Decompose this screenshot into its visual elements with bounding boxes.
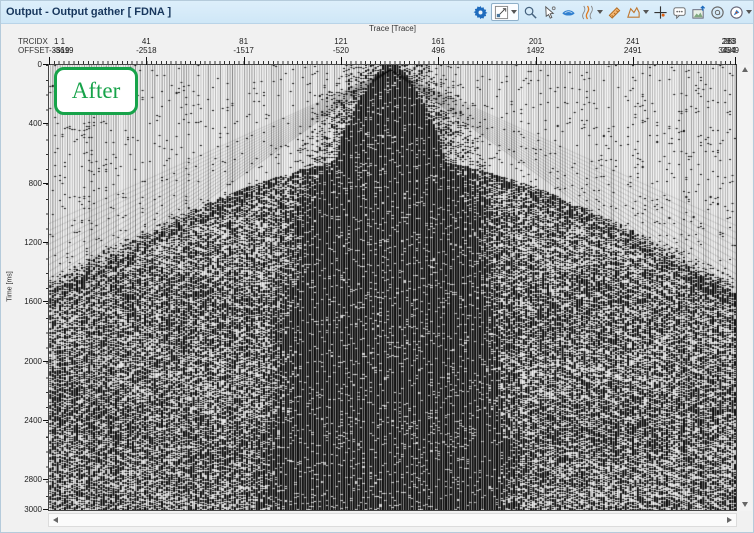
trcidx-value: 201 [529,37,542,46]
zoom-magnifier-icon[interactable] [522,4,538,20]
time-tick-label: 800 [1,179,42,188]
trcidx-value: 81 [239,37,248,46]
gain-ruler-icon[interactable] [606,4,622,20]
toolbar [472,1,752,23]
polygon-select-dropdown-caret-icon[interactable] [643,10,649,14]
time-tick-label: 400 [1,119,42,128]
fit-view-icon[interactable] [493,4,509,20]
time-tick-label: 2800 [1,475,42,484]
horizontal-scrollbar[interactable] [48,513,737,527]
time-tick-label: 1200 [1,238,42,247]
offset-value: -2518 [136,46,156,55]
trcidx-value: 121 [334,37,347,46]
crosshair-pick-icon[interactable] [652,4,668,20]
trcidx-row-label: TRCIDX [18,37,48,46]
app-window: Output - Output gather [ FDNA ] Trace [T… [0,0,754,533]
top-ruler-major-tick [49,57,50,65]
time-tick-label: 3000 [1,505,42,514]
settings-gear-icon[interactable] [472,4,488,20]
scroll-down-arrow-icon[interactable] [742,502,748,507]
offset-value: -3619 [53,46,73,55]
top-ruler-major-tick [438,57,439,65]
after-annotation-label: After [72,78,121,104]
offset-value: 1492 [527,46,545,55]
compass-tool-dropdown-caret-icon[interactable] [746,10,752,14]
fit-view-dropdown-caret-icon[interactable] [511,10,517,14]
top-ruler-major-tick [341,57,342,65]
trace-axis-title: Trace [Trace] [49,24,736,33]
window-titlebar: Output - Output gather [ FDNA ] [1,1,754,24]
window-title: Output - Output gather [ FDNA ] [6,1,171,23]
compass-tool-icon[interactable] [728,4,744,20]
time-tick-label: 2000 [1,357,42,366]
offset-value: 2491 [624,46,642,55]
after-annotation-badge: After [54,67,138,115]
export-image-icon[interactable] [690,4,706,20]
top-ruler-major-tick [633,57,634,65]
polygon-select-icon[interactable] [625,4,641,20]
offset-value: -520 [333,46,349,55]
zoom-actual-icon[interactable] [709,4,725,20]
top-ruler-major-tick [536,57,537,65]
trcidx-value: 161 [432,37,445,46]
seismic-gather-canvas[interactable] [49,65,736,510]
top-ruler-major-tick [735,57,736,65]
view-3d-icon[interactable] [560,4,576,20]
trcidx-value: 1 1 [54,37,65,46]
wiggle-traces-icon[interactable] [579,4,595,20]
mouse-pointer-icon[interactable] [541,4,557,20]
offset-row-label: OFFSET [18,46,50,55]
scroll-left-arrow-icon[interactable] [53,517,58,523]
scroll-right-arrow-icon[interactable] [727,517,732,523]
wiggle-traces-dropdown-caret-icon[interactable] [597,10,603,14]
time-tick-label: 0 [1,60,42,69]
top-ruler-major-tick [244,57,245,65]
time-tick-label: 2400 [1,416,42,425]
time-axis-title: Time [ms] [7,257,14,317]
comment-bubble-icon[interactable] [671,4,687,20]
offset-value: -1517 [233,46,253,55]
trcidx-value: 41 [142,37,151,46]
seismic-plot-area[interactable] [48,64,737,511]
offset-value: 3549 [721,46,739,55]
trcidx-value: 283 [723,37,736,46]
vertical-scrollbar[interactable] [738,64,752,511]
scroll-up-arrow-icon[interactable] [742,67,748,72]
offset-value: 496 [432,46,445,55]
trcidx-value: 241 [626,37,639,46]
top-ruler-major-tick [146,57,147,65]
